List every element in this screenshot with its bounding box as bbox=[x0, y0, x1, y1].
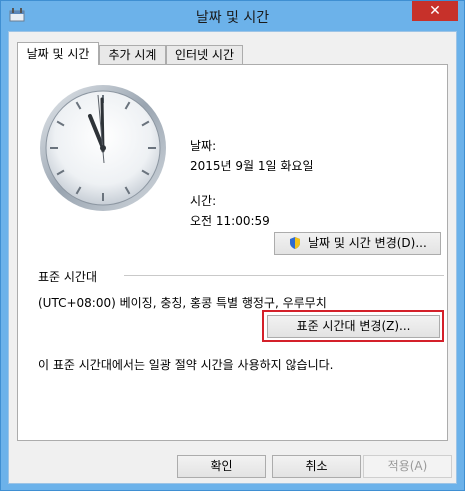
timezone-value: (UTC+08:00) 베이징, 충칭, 홍콩 특별 행정구, 우루무치 bbox=[38, 296, 327, 310]
ok-label: 확인 bbox=[210, 459, 233, 473]
cancel-button[interactable]: 취소 bbox=[272, 455, 361, 478]
close-button[interactable]: ✕ bbox=[412, 1, 458, 21]
close-icon: ✕ bbox=[429, 3, 441, 19]
ok-button[interactable]: 확인 bbox=[177, 455, 266, 478]
change-timezone-label: 표준 시간대 변경(Z)... bbox=[296, 319, 411, 333]
tab-internet-time[interactable]: 인터넷 시간 bbox=[166, 45, 243, 64]
timezone-section-label: 표준 시간대 bbox=[38, 270, 98, 284]
tab-label: 추가 시계 bbox=[108, 48, 157, 62]
analog-clock bbox=[40, 85, 166, 211]
cancel-label: 취소 bbox=[305, 459, 328, 473]
window-title: 날짜 및 시간 bbox=[195, 10, 270, 26]
tab-label: 인터넷 시간 bbox=[174, 48, 234, 62]
tab-date-time[interactable]: 날짜 및 시간 bbox=[17, 42, 99, 65]
dst-note: 이 표준 시간대에서는 일광 절약 시간을 사용하지 않습니다. bbox=[38, 358, 334, 372]
tab-additional-clocks[interactable]: 추가 시계 bbox=[99, 45, 166, 64]
time-value: 오전 11:00:59 bbox=[190, 214, 270, 228]
change-date-time-label: 날짜 및 시간 변경(D)... bbox=[308, 236, 427, 250]
tab-label: 날짜 및 시간 bbox=[26, 47, 90, 61]
time-label: 시간: bbox=[190, 194, 217, 208]
date-time-window: 날짜 및 시간 ✕ 날짜 및 시간 추가 시계 인터넷 시간 날짜: 2015년… bbox=[0, 0, 465, 491]
apply-label: 적용(A) bbox=[387, 459, 428, 473]
uac-shield-icon bbox=[290, 237, 301, 249]
change-timezone-button[interactable]: 표준 시간대 변경(Z)... bbox=[267, 315, 440, 338]
section-divider bbox=[124, 275, 444, 276]
dialog-client-area: 날짜 및 시간 추가 시계 인터넷 시간 날짜: 2015년 9월 1일 화요일… bbox=[8, 31, 457, 484]
date-label: 날짜: bbox=[190, 139, 217, 153]
date-value: 2015년 9월 1일 화요일 bbox=[190, 159, 314, 173]
change-date-time-button[interactable]: 날짜 및 시간 변경(D)... bbox=[274, 232, 441, 255]
apply-button[interactable]: 적용(A) bbox=[363, 455, 452, 478]
title-bar[interactable]: 날짜 및 시간 ✕ bbox=[1, 1, 464, 31]
tab-panel-date-time: 날짜: 2015년 9월 1일 화요일 시간: 오전 11:00:59 날짜 및… bbox=[17, 64, 448, 441]
